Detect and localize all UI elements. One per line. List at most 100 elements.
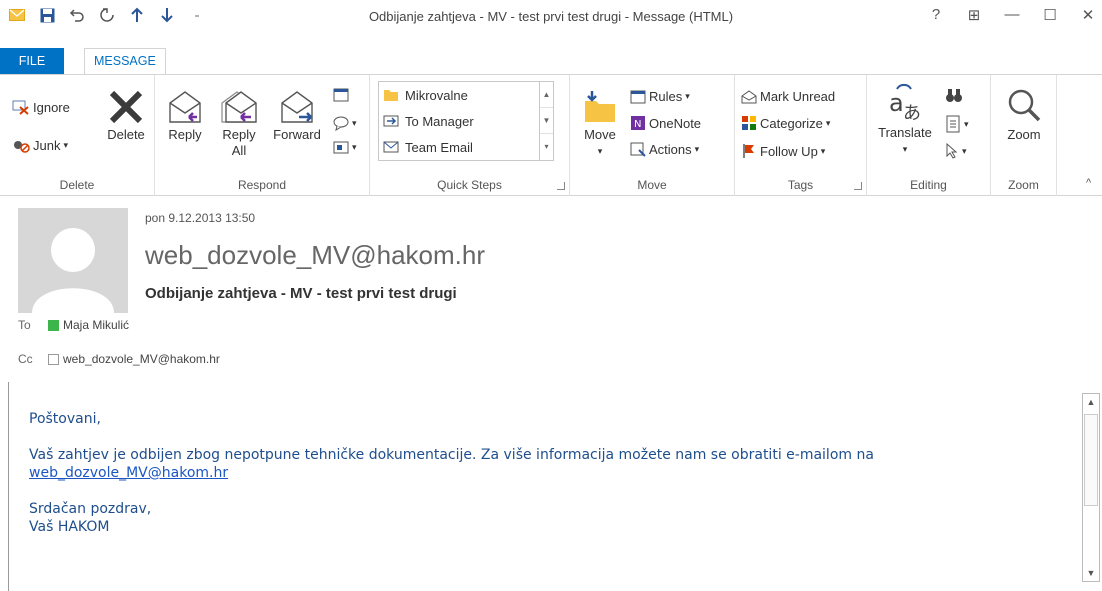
svg-text:a: a bbox=[889, 89, 904, 117]
ignore-icon bbox=[12, 100, 29, 115]
scroll-down-arrow-icon[interactable]: ▼ bbox=[1083, 565, 1099, 581]
more-respond-button[interactable]: ▾ bbox=[333, 139, 357, 155]
to-row: To Maja Mikulić bbox=[18, 318, 129, 332]
group-label-delete: Delete bbox=[59, 178, 95, 192]
scroll-down-icon[interactable]: ▼ bbox=[540, 108, 553, 134]
related-button[interactable]: ▾ bbox=[945, 115, 969, 133]
collapse-ribbon-icon[interactable]: ^ bbox=[1086, 177, 1091, 189]
title-bar: ₌ Odbijanje zahtjeva - MV - test prvi te… bbox=[0, 0, 1102, 34]
group-label-move: Move bbox=[637, 178, 667, 192]
group-editing: aあ Translate ▾ ▾ ▾ Editing bbox=[867, 75, 991, 196]
actions-button[interactable]: Actions ▾ bbox=[630, 141, 699, 157]
find-button[interactable] bbox=[945, 87, 963, 103]
message-body-pane: Poštovani, Vaš zahtjev je odbijen zbog n… bbox=[8, 382, 1083, 591]
translate-button[interactable]: aあ Translate ▾ bbox=[873, 83, 937, 155]
group-label-tags: Tags bbox=[787, 178, 814, 192]
tags-launcher-icon[interactable] bbox=[854, 182, 862, 190]
email-link[interactable]: web_dozvole_MV@hakom.hr bbox=[29, 465, 228, 481]
move-folder-icon bbox=[585, 91, 615, 122]
group-label-respond: Respond bbox=[237, 178, 287, 192]
move-button[interactable]: Move ▾ bbox=[578, 89, 622, 157]
message-body: Poštovani, Vaš zahtjev je odbijen zbog n… bbox=[29, 410, 874, 554]
presence-unknown-icon bbox=[48, 353, 59, 365]
actions-icon bbox=[630, 142, 646, 157]
delete-x-icon bbox=[109, 90, 143, 124]
maximize-icon[interactable]: ☐ bbox=[1042, 6, 1058, 24]
to-manager-icon bbox=[383, 115, 399, 127]
closing: Srdačan pozdrav, Vaš HAKOM bbox=[29, 500, 874, 536]
tab-file[interactable]: FILE bbox=[0, 48, 64, 74]
related-icon bbox=[946, 115, 960, 133]
select-button[interactable]: ▾ bbox=[945, 143, 967, 159]
onenote-button[interactable]: N OneNote bbox=[630, 115, 701, 131]
group-label-editing: Editing bbox=[910, 178, 947, 192]
to-recipient[interactable]: Maja Mikulić bbox=[63, 318, 129, 332]
reply-button[interactable]: Reply bbox=[161, 89, 209, 142]
to-label: To bbox=[18, 318, 31, 332]
translate-icon: aあ bbox=[889, 83, 921, 123]
categorize-button[interactable]: Categorize ▾ bbox=[741, 115, 830, 131]
delete-button[interactable]: Delete bbox=[98, 89, 154, 142]
zoom-button[interactable]: Zoom bbox=[997, 87, 1051, 142]
binoculars-icon bbox=[946, 89, 962, 102]
forward-button[interactable]: Forward bbox=[267, 89, 327, 142]
quick-step-to-manager[interactable]: To Manager bbox=[379, 108, 553, 134]
reply-icon bbox=[169, 91, 201, 123]
scroll-up-icon[interactable]: ▲ bbox=[540, 82, 553, 108]
help-icon[interactable]: ? bbox=[928, 6, 944, 24]
quick-steps-gallery: Mikrovalne To Manager Team Email ▲ ▼ ▾ bbox=[378, 81, 554, 161]
cc-row: Cc web_dozvole_MV@hakom.hr bbox=[18, 352, 220, 366]
vertical-scrollbar[interactable]: ▲ ▼ bbox=[1082, 393, 1100, 582]
group-label-quick-steps: Quick Steps bbox=[437, 178, 502, 192]
quick-step-mikrovalne[interactable]: Mikrovalne bbox=[379, 82, 553, 108]
expand-icon[interactable]: ▾ bbox=[540, 134, 553, 160]
window-controls: ? ⊞ — ☐ ✕ bbox=[928, 6, 1096, 24]
subject: Odbijanje zahtjeva - MV - test prvi test… bbox=[145, 285, 457, 302]
closing-line-2: Vaš HAKOM bbox=[29, 519, 110, 535]
greeting: Poštovani, bbox=[29, 411, 101, 427]
cursor-icon bbox=[946, 143, 958, 159]
sender-address[interactable]: web_dozvole_MV@hakom.hr bbox=[145, 240, 485, 271]
ribbon: Ignore Junk ▾ Delete Delete Reply Reply A… bbox=[0, 74, 1102, 196]
mark-unread-icon bbox=[741, 89, 757, 103]
group-move: Move ▾ Rules ▾ N OneNote Actions ▾ Move bbox=[570, 75, 735, 196]
group-quick-steps: Mikrovalne To Manager Team Email ▲ ▼ ▾ Q… bbox=[370, 75, 570, 196]
ignore-button[interactable]: Ignore bbox=[12, 99, 70, 115]
rules-button[interactable]: Rules ▾ bbox=[630, 89, 690, 104]
mark-unread-button[interactable]: Mark Unread bbox=[741, 89, 835, 104]
cc-recipient[interactable]: web_dozvole_MV@hakom.hr bbox=[63, 352, 220, 366]
junk-button[interactable]: Junk ▾ bbox=[12, 137, 68, 153]
close-icon[interactable]: ✕ bbox=[1080, 6, 1096, 24]
cc-label: Cc bbox=[18, 352, 33, 366]
team-email-icon bbox=[383, 141, 399, 153]
folder-icon bbox=[384, 90, 398, 101]
quick-steps-launcher-icon[interactable] bbox=[557, 182, 565, 190]
presence-icon bbox=[48, 319, 59, 331]
body-text: Vaš zahtjev je odbijen zbog nepotpune te… bbox=[29, 447, 874, 463]
meeting-icon bbox=[333, 88, 349, 102]
im-icon bbox=[333, 116, 349, 131]
minimize-icon[interactable]: — bbox=[1004, 6, 1020, 24]
tab-message[interactable]: MESSAGE bbox=[84, 48, 166, 74]
scroll-thumb[interactable] bbox=[1084, 414, 1098, 506]
quick-step-team-email[interactable]: Team Email bbox=[379, 134, 553, 160]
scroll-up-arrow-icon[interactable]: ▲ bbox=[1083, 394, 1099, 410]
ribbon-tabs: FILE MESSAGE bbox=[0, 48, 166, 74]
more-respond-icon bbox=[333, 141, 349, 154]
quick-steps-scroll[interactable]: ▲ ▼ ▾ bbox=[539, 82, 553, 160]
forward-icon bbox=[281, 91, 313, 123]
ribbon-display-icon[interactable]: ⊞ bbox=[966, 6, 982, 24]
categorize-icon bbox=[742, 116, 756, 130]
group-delete: Ignore Junk ▾ Delete Delete bbox=[0, 75, 155, 196]
svg-text:N: N bbox=[634, 119, 641, 130]
person-icon bbox=[32, 228, 114, 313]
group-respond: Reply Reply All Forward ▾ ▾ Respond bbox=[155, 75, 370, 196]
group-zoom: Zoom Zoom bbox=[991, 75, 1057, 196]
follow-up-button[interactable]: Follow Up ▾ bbox=[741, 143, 825, 159]
reply-all-button[interactable]: Reply All bbox=[213, 89, 265, 159]
reply-all-icon bbox=[221, 91, 257, 123]
im-button[interactable]: ▾ bbox=[333, 115, 357, 131]
meeting-button[interactable] bbox=[333, 87, 349, 103]
junk-icon bbox=[14, 141, 30, 153]
onenote-icon: N bbox=[631, 116, 645, 130]
